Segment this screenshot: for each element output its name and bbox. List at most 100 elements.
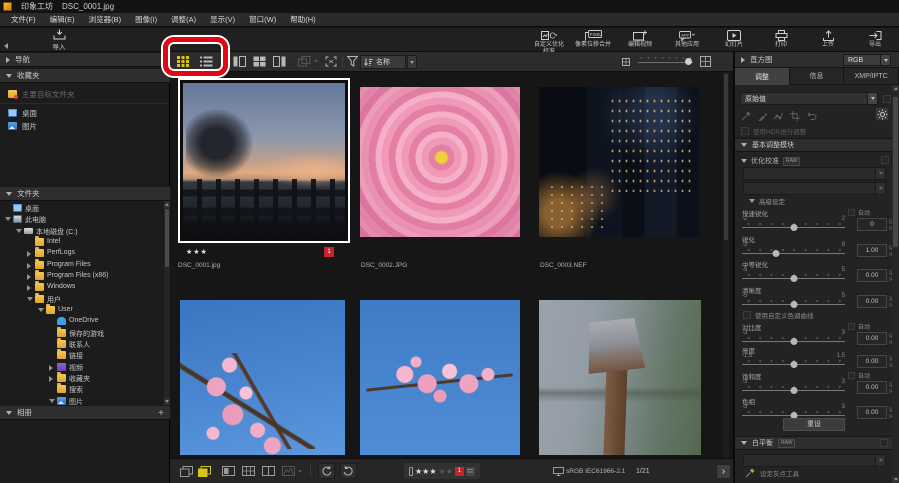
tree-item-contacts[interactable]: 联系人	[0, 339, 163, 350]
tree-item-saved-games[interactable]: 保存的游戏	[0, 328, 163, 339]
photo-cherry-blossom-2[interactable]	[360, 300, 520, 455]
scroll-up-icon[interactable]	[892, 85, 899, 92]
tree-item-perflogs[interactable]: PerfLogs	[0, 248, 163, 259]
next-image-button[interactable]: ›	[716, 464, 731, 479]
grid-scrollbar[interactable]	[723, 72, 729, 458]
slider-knob[interactable]	[790, 275, 797, 282]
custom-curve-checkbox[interactable]	[743, 311, 751, 319]
slider-knob[interactable]	[772, 250, 779, 257]
fullscreen-button[interactable]	[325, 56, 337, 67]
reset-button[interactable]: 重设	[783, 418, 845, 431]
collapse-left-panel-icon[interactable]	[4, 43, 8, 49]
histogram-overlay-button[interactable]	[282, 466, 302, 476]
histogram-header[interactable]: 直方图 RGB	[735, 52, 899, 68]
expander-closed-icon[interactable]	[49, 365, 53, 371]
slider-value[interactable]: 1.00	[857, 244, 887, 257]
scrollbar-thumb[interactable]	[165, 209, 169, 267]
menu-adjust[interactable]: 调整(A)	[164, 13, 203, 27]
picture-control-select[interactable]	[743, 167, 886, 180]
scroll-down-icon[interactable]	[892, 476, 899, 483]
expander-open-icon[interactable]	[38, 308, 44, 312]
print-button[interactable]: 打印	[762, 29, 800, 49]
sort-direction-button[interactable]	[407, 55, 417, 69]
settings-button[interactable]	[875, 107, 889, 121]
photo-night-city[interactable]	[539, 87, 699, 237]
expander-closed-icon[interactable]	[27, 251, 31, 257]
slider-track[interactable]	[742, 359, 845, 368]
label-picker-icon[interactable]	[466, 467, 475, 476]
thumbnail-selected-frame[interactable]	[178, 78, 350, 243]
label-badge[interactable]: 1	[455, 467, 464, 476]
expander-open-icon[interactable]	[16, 229, 22, 233]
slider-knob[interactable]	[790, 361, 797, 368]
menu-edit[interactable]: 编辑(E)	[43, 13, 82, 27]
menu-file[interactable]: 文件(F)	[4, 13, 43, 27]
favorite-desktop[interactable]: 桌面	[0, 107, 168, 119]
slider-track[interactable]	[742, 299, 845, 308]
slider-value[interactable]: 0.00	[857, 381, 887, 394]
slider-track[interactable]	[742, 248, 845, 257]
export-button[interactable]: 导出	[856, 29, 894, 49]
expander-open-icon[interactable]	[49, 399, 55, 403]
slider-knob[interactable]	[790, 301, 797, 308]
tree-item-links[interactable]: 链接	[0, 350, 163, 361]
tree-item-intel[interactable]: Intel	[0, 237, 163, 248]
label-badge[interactable]: 1	[324, 247, 334, 257]
filter-icon[interactable]	[347, 56, 358, 67]
scrollbar-thumb[interactable]	[893, 97, 898, 247]
tree-item-pictures[interactable]: 图片	[0, 396, 163, 405]
gray-point-tool-row[interactable]: 设定灰点工具	[745, 468, 799, 478]
tree-item-this-pc[interactable]: 此电脑	[0, 214, 163, 225]
slider-track[interactable]	[742, 336, 845, 345]
tree-item-onedrive[interactable]: OneDrive	[0, 316, 163, 327]
crop-icon[interactable]	[790, 111, 800, 121]
grid-frame-button[interactable]	[242, 466, 255, 476]
single-frame-button[interactable]	[222, 466, 235, 476]
upload-button[interactable]: 上传	[809, 29, 847, 49]
tree-item-program-files-x86[interactable]: Program Files (x86)	[0, 271, 163, 282]
slider-knob[interactable]	[790, 387, 797, 394]
tab-adjust[interactable]: 调整	[735, 68, 790, 85]
slider-value[interactable]: 0.00	[857, 295, 887, 308]
folders-section-header[interactable]: 文件夹	[0, 186, 170, 201]
rotate-ccw-button[interactable]	[318, 463, 335, 479]
sort-select[interactable]: 名称	[360, 55, 406, 69]
nav-section-header[interactable]: 导航	[0, 52, 170, 67]
slider-value[interactable]: 0.00	[857, 269, 887, 282]
favorite-primary-destination[interactable]: 主要目标文件夹	[0, 88, 168, 100]
tree-item-user[interactable]: User	[0, 305, 163, 316]
tree-item-windows[interactable]: Windows	[0, 282, 163, 293]
add-album-button[interactable]: +	[158, 408, 164, 419]
list-view-button[interactable]	[200, 56, 213, 67]
preset-select[interactable]: 原始值	[740, 92, 878, 105]
undo-icon[interactable]	[806, 111, 817, 121]
rating-stars-filled[interactable]: ★★★	[415, 467, 437, 476]
photo-bucket-post[interactable]	[539, 300, 701, 455]
slider-value[interactable]: 0.00	[857, 355, 887, 368]
grid-view-button[interactable]	[177, 56, 189, 67]
menu-window[interactable]: 窗口(W)	[242, 13, 283, 27]
slider-knob[interactable]	[790, 338, 797, 345]
auto-checkbox[interactable]	[848, 323, 855, 330]
expander-open-icon[interactable]	[27, 297, 33, 301]
favorites-section-header[interactable]: 收藏夹	[0, 68, 170, 83]
viewer-mode-button[interactable]	[180, 466, 193, 477]
white-balance-checkbox[interactable]	[880, 439, 888, 447]
import-button[interactable]: 导入	[44, 29, 74, 51]
auto-checkbox[interactable]	[848, 209, 855, 216]
menu-help[interactable]: 帮助(H)	[283, 13, 322, 27]
slider-track[interactable]	[742, 385, 845, 394]
slider-value[interactable]: 0.00	[857, 406, 887, 419]
gray-point-icon[interactable]	[741, 111, 751, 121]
tree-item-program-files[interactable]: Program Files	[0, 260, 163, 271]
rotate-cw-button[interactable]	[340, 463, 357, 479]
slideshow-button[interactable]: 幻灯片	[715, 29, 753, 49]
tab-info[interactable]: 信息	[790, 68, 845, 85]
tree-item-users[interactable]: 用户	[0, 294, 163, 305]
image-grid-button[interactable]	[253, 56, 266, 67]
tree-item-desktop[interactable]: 桌面	[0, 203, 163, 214]
albums-section-header[interactable]: 相册 +	[0, 405, 170, 420]
basic-adjust-section-header[interactable]: 基本调整模块	[735, 138, 892, 152]
expander-closed-icon[interactable]	[27, 285, 31, 291]
menu-browser[interactable]: 浏览器(B)	[82, 13, 129, 27]
